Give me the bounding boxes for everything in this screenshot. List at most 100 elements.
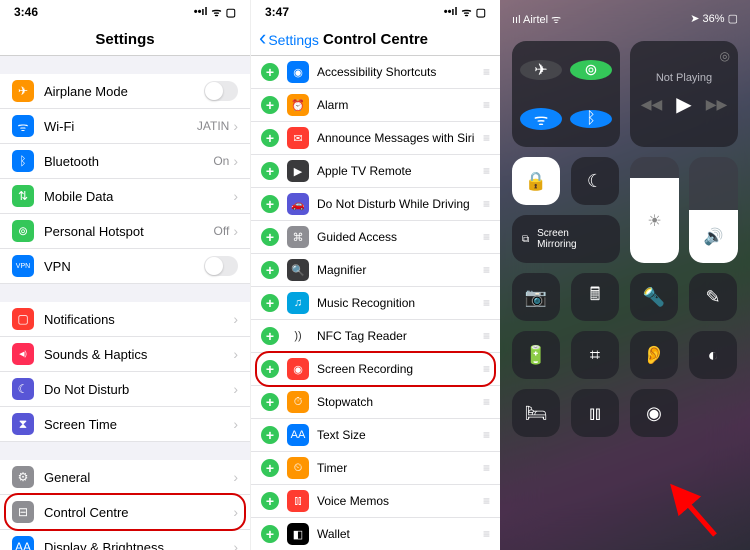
prev-track-icon[interactable]: ◀◀	[641, 96, 663, 113]
add-button[interactable]: +	[261, 327, 279, 345]
notes-button[interactable]: ✎	[689, 273, 737, 321]
reorder-handle-icon[interactable]: ≡	[483, 230, 490, 244]
airplane-toggle[interactable]: ✈	[520, 60, 562, 80]
control-row-do-not-disturb-while-driving[interactable]: +🚗Do Not Disturb While Driving≡	[251, 188, 500, 221]
play-icon[interactable]: ▶	[676, 92, 691, 117]
more-controls-list[interactable]: +◉Accessibility Shortcuts≡+⏰Alarm≡+✉︎Ann…	[251, 56, 500, 550]
media-module[interactable]: ◎ Not Playing ◀◀ ▶ ▶▶	[630, 41, 738, 147]
reorder-handle-icon[interactable]: ≡	[483, 494, 490, 508]
brightness-slider[interactable]: ☀︎	[630, 157, 679, 263]
settings-row-wi-fi[interactable]: ᯤWi-FiJATIN	[0, 109, 250, 144]
control-row-announce-messages-with-siri[interactable]: +✉︎Announce Messages with Siri≡	[251, 122, 500, 155]
toggle-switch[interactable]	[204, 256, 238, 276]
reorder-handle-icon[interactable]: ≡	[483, 65, 490, 79]
reorder-handle-icon[interactable]: ≡	[483, 296, 490, 310]
screen-mirroring-button[interactable]: ⧉ Screen Mirroring	[512, 215, 620, 263]
settings-row-screen-time[interactable]: ⧗Screen Time	[0, 407, 250, 442]
wifi-toggle[interactable]: ᯤ	[520, 108, 562, 130]
dark-mode-button[interactable]: ◐	[689, 331, 737, 379]
reorder-handle-icon[interactable]: ≡	[483, 164, 490, 178]
control-row-screen-recording[interactable]: +◉Screen Recording≡	[251, 353, 500, 386]
add-button[interactable]: +	[261, 195, 279, 213]
reorder-handle-icon[interactable]: ≡	[483, 197, 490, 211]
screen-record-button[interactable]: ◉	[630, 389, 678, 437]
reorder-handle-icon[interactable]: ≡	[483, 461, 490, 475]
reorder-handle-icon[interactable]: ≡	[483, 329, 490, 343]
add-button[interactable]: +	[261, 459, 279, 477]
row-label: NFC Tag Reader	[317, 329, 483, 343]
chevron-right-icon	[233, 416, 238, 432]
control-row-alarm[interactable]: +⏰Alarm≡	[251, 89, 500, 122]
control-row-magnifier[interactable]: +🔍Magnifier≡	[251, 254, 500, 287]
add-button[interactable]: +	[261, 96, 279, 114]
add-button[interactable]: +	[261, 63, 279, 81]
settings-list[interactable]: ✈Airplane ModeᯤWi-FiJATINᛒBluetoothOn⇅Mo…	[0, 56, 250, 550]
control-row-stopwatch[interactable]: +⏱Stopwatch≡	[251, 386, 500, 419]
settings-row-personal-hotspot[interactable]: ⊚Personal HotspotOff	[0, 214, 250, 249]
add-button[interactable]: +	[261, 393, 279, 411]
reorder-handle-icon[interactable]: ≡	[483, 362, 490, 376]
settings-row-control-centre[interactable]: ⊟Control Centre	[0, 495, 250, 530]
back-button[interactable]: Settings	[259, 32, 319, 48]
settings-row-sounds-haptics[interactable]: ◀︎)Sounds & Haptics	[0, 337, 250, 372]
settings-row-general[interactable]: ⚙General	[0, 460, 250, 495]
connectivity-module[interactable]: ✈ ⊚ ᯤ ᛒ	[512, 41, 620, 147]
control-row-wallet[interactable]: +◧Wallet≡	[251, 518, 500, 550]
settings-row-bluetooth[interactable]: ᛒBluetoothOn	[0, 144, 250, 179]
control-row-music-recognition[interactable]: +♫Music Recognition≡	[251, 287, 500, 320]
control-centre-icon: ⊟	[12, 501, 34, 523]
calculator-button[interactable]: 🖩	[571, 273, 619, 321]
low-power-button[interactable]: 🔋	[512, 331, 560, 379]
reorder-handle-icon[interactable]: ≡	[483, 428, 490, 442]
row-label: Wallet	[317, 527, 483, 541]
control-row-timer[interactable]: +⏲Timer≡	[251, 452, 500, 485]
add-button[interactable]: +	[261, 162, 279, 180]
reorder-handle-icon[interactable]: ≡	[483, 263, 490, 277]
wifi-icon: ᯤ	[12, 115, 34, 137]
settings-row-display-brightness[interactable]: AADisplay & Brightness	[0, 530, 250, 550]
add-button[interactable]: +	[261, 228, 279, 246]
control-row-text-size[interactable]: +AAText Size≡	[251, 419, 500, 452]
orientation-lock-toggle[interactable]: 🔒	[512, 157, 560, 205]
reorder-handle-icon[interactable]: ≡	[483, 395, 490, 409]
control-row-apple-tv-remote[interactable]: +▶Apple TV Remote≡	[251, 155, 500, 188]
reorder-handle-icon[interactable]: ≡	[483, 131, 490, 145]
flashlight-button[interactable]: 🔦	[630, 273, 678, 321]
control-row-voice-memos[interactable]: +⫾⫾Voice Memos≡	[251, 485, 500, 518]
add-button[interactable]: +	[261, 129, 279, 147]
add-button[interactable]: +	[261, 360, 279, 378]
add-button[interactable]: +	[261, 261, 279, 279]
control-row-guided-access[interactable]: +⌘Guided Access≡	[251, 221, 500, 254]
bluetooth-toggle[interactable]: ᛒ	[570, 110, 612, 128]
row-label: Guided Access	[317, 230, 483, 244]
cellular-toggle[interactable]: ⊚	[570, 60, 612, 80]
sleep-button[interactable]: 🛏	[512, 389, 560, 437]
camera-button[interactable]: 📷	[512, 273, 560, 321]
qr-button[interactable]: ⌗	[571, 331, 619, 379]
row-label: Announce Messages with Siri	[317, 131, 483, 145]
add-button[interactable]: +	[261, 426, 279, 444]
row-label: Do Not Disturb While Driving	[317, 197, 483, 211]
wifi-icon: ᯤ	[551, 14, 561, 26]
reorder-handle-icon[interactable]: ≡	[483, 527, 490, 541]
reorder-handle-icon[interactable]: ≡	[483, 98, 490, 112]
settings-row-do-not-disturb[interactable]: ☾Do Not Disturb	[0, 372, 250, 407]
nav-title: Settings	[95, 31, 154, 48]
battery-icon: ▢	[476, 6, 486, 19]
settings-row-notifications[interactable]: ▢Notifications	[0, 302, 250, 337]
airplay-icon[interactable]: ◎	[720, 49, 730, 63]
add-button[interactable]: +	[261, 492, 279, 510]
hearing-button[interactable]: 👂	[630, 331, 678, 379]
add-button[interactable]: +	[261, 525, 279, 543]
toggle-switch[interactable]	[204, 81, 238, 101]
settings-row-airplane-mode[interactable]: ✈Airplane Mode	[0, 74, 250, 109]
music-rec-button[interactable]: ⫾⫾	[571, 389, 619, 437]
settings-row-mobile-data[interactable]: ⇅Mobile Data	[0, 179, 250, 214]
do-not-disturb-toggle[interactable]: ☾	[571, 157, 619, 205]
settings-row-vpn[interactable]: VPNVPN	[0, 249, 250, 284]
add-button[interactable]: +	[261, 294, 279, 312]
control-row-accessibility-shortcuts[interactable]: +◉Accessibility Shortcuts≡	[251, 56, 500, 89]
next-track-icon[interactable]: ▶▶	[706, 96, 728, 113]
control-row-nfc-tag-reader[interactable]: +))NFC Tag Reader≡	[251, 320, 500, 353]
volume-slider[interactable]: 🔊	[689, 157, 738, 263]
